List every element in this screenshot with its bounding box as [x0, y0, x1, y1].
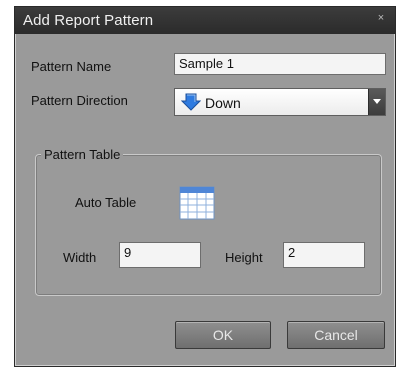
pattern-name-label: Pattern Name: [31, 59, 112, 74]
dialog-title: Add Report Pattern: [23, 12, 154, 29]
pattern-direction-label: Pattern Direction: [31, 93, 128, 108]
auto-table-label: Auto Table: [75, 195, 137, 210]
cancel-button[interactable]: Cancel: [287, 321, 385, 349]
down-arrow-icon: [180, 93, 202, 116]
dropdown-button[interactable]: [368, 89, 385, 115]
pattern-table-legend: Pattern Table: [41, 147, 124, 162]
title-bar[interactable]: Add Report Pattern ×: [15, 7, 395, 34]
close-icon[interactable]: ×: [375, 12, 387, 24]
ok-button[interactable]: OK: [175, 321, 271, 349]
pattern-direction-value: Down: [205, 95, 241, 111]
add-report-pattern-dialog: Add Report Pattern × Pattern Name Sample…: [14, 6, 396, 367]
pattern-direction-select[interactable]: Down: [174, 88, 386, 116]
pattern-table-group: [35, 154, 382, 296]
height-input[interactable]: 2: [283, 242, 365, 268]
chevron-down-icon: [373, 99, 381, 104]
width-input[interactable]: 9: [119, 242, 201, 268]
pattern-name-input[interactable]: Sample 1: [174, 53, 386, 75]
height-label: Height: [225, 250, 263, 265]
table-grid-icon[interactable]: [179, 186, 215, 225]
width-label: Width: [63, 250, 97, 265]
